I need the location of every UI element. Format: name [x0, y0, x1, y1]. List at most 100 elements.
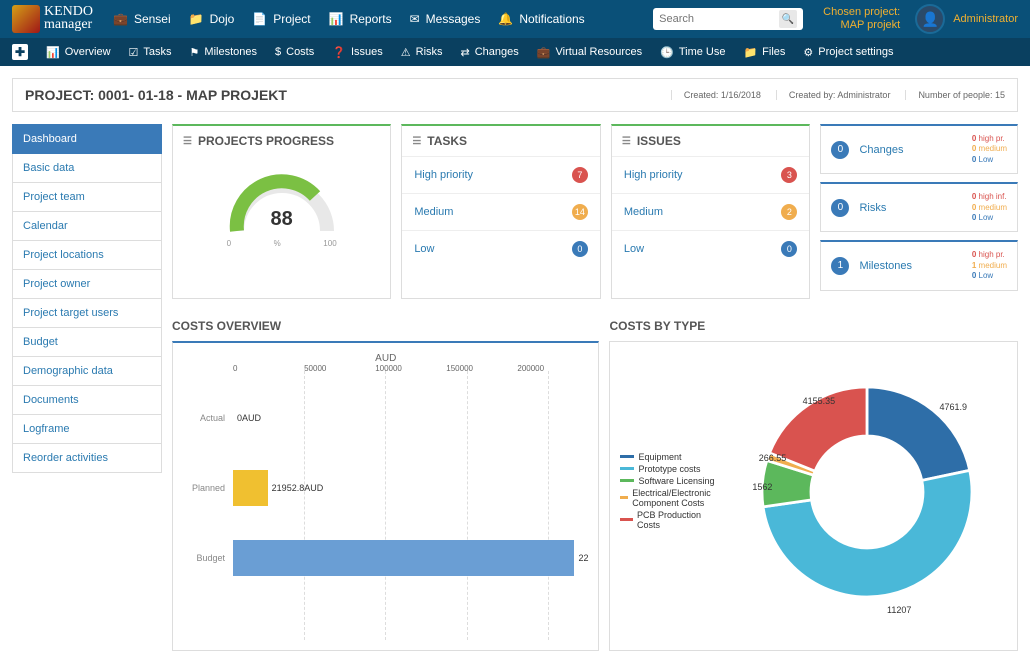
sidebar-item-logframe[interactable]: Logframe — [12, 415, 162, 444]
logo[interactable]: KENDO manager — [12, 5, 93, 33]
document-icon: 📄 — [252, 12, 267, 26]
subnav-virtual-resources[interactable]: 💼Virtual Resources — [537, 46, 642, 59]
menu-icon: ☰ — [622, 136, 631, 147]
search-icon: 🔍 — [782, 14, 794, 25]
project-meta-item: Created by: Administrator — [776, 90, 891, 100]
count-badge: 0 — [781, 241, 797, 257]
chosen-project: Chosen project: MAP projekt — [823, 6, 900, 32]
card-progress: ☰PROJECTS PROGRESS 88 0 % 100 — [172, 124, 391, 299]
legend-swatch — [620, 479, 634, 482]
topnav-messages[interactable]: ✉Messages — [410, 12, 481, 26]
slice-label: 4155.35 — [803, 396, 836, 406]
topnav-dojo[interactable]: 📁Dojo — [189, 12, 235, 26]
sidebar-item-project-team[interactable]: Project team — [12, 183, 162, 212]
sidebar-item-documents[interactable]: Documents — [12, 386, 162, 415]
project-header: PROJECT: 0001- 01-18 - MAP PROJEKT Creat… — [12, 78, 1018, 112]
mini-stats: 0 high inf.0 medium0 Low — [972, 192, 1007, 223]
section-title: COSTS OVERVIEW — [172, 311, 599, 341]
mini-card-milestones: 1Milestones0 high pr.1 medium0 Low — [820, 240, 1018, 290]
pie-slice — [867, 387, 970, 480]
count-badge: 7 — [572, 167, 588, 183]
subnav-milestones[interactable]: ⚑Milestones — [190, 46, 257, 59]
legend-swatch — [620, 467, 634, 470]
slice-label: 4761.9 — [939, 402, 967, 412]
add-button[interactable]: ✚ — [12, 44, 28, 60]
card-title: TASKS — [427, 134, 467, 148]
count-badge: 0 — [831, 199, 849, 217]
sidebar-item-basic-data[interactable]: Basic data — [12, 154, 162, 183]
legend-item: Prototype costs — [620, 464, 717, 474]
topnav-project[interactable]: 📄Project — [252, 12, 310, 26]
subnav-issues[interactable]: ❓Issues — [332, 46, 383, 59]
sidebar-item-project-locations[interactable]: Project locations — [12, 241, 162, 270]
project-meta-item: Number of people: 15 — [905, 90, 1005, 100]
mini-cards: 0Changes0 high pr.0 medium0 Low0Risks0 h… — [820, 124, 1018, 299]
subnav-changes[interactable]: ⇄Changes — [461, 46, 519, 59]
subnav-overview[interactable]: 📊Overview — [46, 46, 111, 59]
sidebar-item-demographic-data[interactable]: Demographic data — [12, 357, 162, 386]
priority-link[interactable]: Medium — [414, 206, 453, 218]
search-input[interactable] — [659, 13, 779, 25]
count-badge: 14 — [572, 204, 588, 220]
subnav-project-settings[interactable]: ⚙Project settings — [803, 46, 893, 59]
envelope-icon: ✉ — [410, 12, 420, 26]
bar-fill — [233, 540, 574, 576]
sidebar-item-dashboard[interactable]: Dashboard — [12, 124, 162, 154]
briefcase-icon: 💼 — [113, 12, 128, 26]
priority-link[interactable]: High priority — [624, 169, 683, 181]
sidebar-item-budget[interactable]: Budget — [12, 328, 162, 357]
admin-label: Administrator — [953, 13, 1018, 25]
topnav-sensei[interactable]: 💼Sensei — [113, 12, 171, 26]
chart-icon: 📊 — [46, 46, 60, 59]
sidebar-item-project-owner[interactable]: Project owner — [12, 270, 162, 299]
mini-stats: 0 high pr.0 medium0 Low — [972, 134, 1007, 165]
chart-legend: Equipment Prototype costs Software Licensi… — [620, 452, 717, 532]
card-tasks: ☰ TASKS High priority 7 Medium 14 Low0 — [401, 124, 601, 299]
search-button[interactable]: 🔍 — [779, 10, 797, 28]
page-title: PROJECT: 0001- 01-18 - MAP PROJEKT — [25, 87, 671, 103]
avatar[interactable]: 👤 — [915, 4, 945, 34]
bar-row: Actual0AUD — [183, 383, 588, 453]
task-row: High priority 7 — [402, 156, 600, 193]
count-badge: 2 — [781, 204, 797, 220]
logo-icon — [12, 5, 40, 33]
priority-link[interactable]: Low — [624, 243, 644, 255]
subnav-files[interactable]: 📁Files — [743, 46, 785, 59]
card-title: ISSUES — [637, 134, 681, 148]
sidebar-item-reorder-activities[interactable]: Reorder activities — [12, 444, 162, 473]
subnav-costs[interactable]: $Costs — [275, 46, 314, 59]
menu-icon: ☰ — [412, 136, 421, 147]
project-meta-item: Created: 1/16/2018 — [671, 90, 761, 100]
priority-link[interactable]: Low — [414, 243, 434, 255]
priority-link[interactable]: Medium — [624, 206, 663, 218]
sidebar-item-calendar[interactable]: Calendar — [12, 212, 162, 241]
priority-link[interactable]: High priority — [414, 169, 473, 181]
topnav-reports[interactable]: 📊Reports — [329, 12, 392, 26]
subnav-risks[interactable]: ⚠Risks — [401, 46, 443, 59]
slice-label: 1562 — [752, 482, 772, 492]
mini-link[interactable]: Milestones — [859, 260, 971, 272]
legend-item: Electrical/Electronic Component Costs — [620, 488, 717, 508]
mini-link[interactable]: Changes — [859, 144, 971, 156]
slice-label: 266.55 — [759, 453, 787, 463]
card-issues: ☰ISSUES High priority3Medium2Low0 — [611, 124, 811, 299]
topbar: KENDO manager 💼Sensei 📁Dojo 📄Project 📊Repor… — [0, 0, 1030, 38]
count-badge: 1 — [831, 257, 849, 275]
legend-item: Software Licensing — [620, 476, 717, 486]
legend-swatch — [620, 518, 633, 521]
exchange-icon: ⇄ — [461, 46, 470, 59]
chart-icon: 📊 — [329, 12, 344, 26]
mini-link[interactable]: Risks — [859, 202, 971, 214]
gear-icon: ⚙ — [803, 46, 813, 59]
search-box[interactable]: 🔍 — [653, 8, 803, 30]
bar-label: Actual — [183, 413, 233, 423]
task-row: Low0 — [402, 230, 600, 267]
bar-value: 21952.8AUD — [272, 483, 324, 493]
topnav-notifications[interactable]: 🔔Notifications — [498, 12, 584, 26]
sidebar-item-project-target-users[interactable]: Project target users — [12, 299, 162, 328]
subnav-time-use[interactable]: 🕒Time Use — [660, 46, 725, 59]
admin-area[interactable]: 👤 Administrator — [915, 4, 1018, 34]
legend-item: Equipment — [620, 452, 717, 462]
subnav-tasks[interactable]: ☑Tasks — [129, 46, 172, 59]
legend-swatch — [620, 455, 634, 458]
